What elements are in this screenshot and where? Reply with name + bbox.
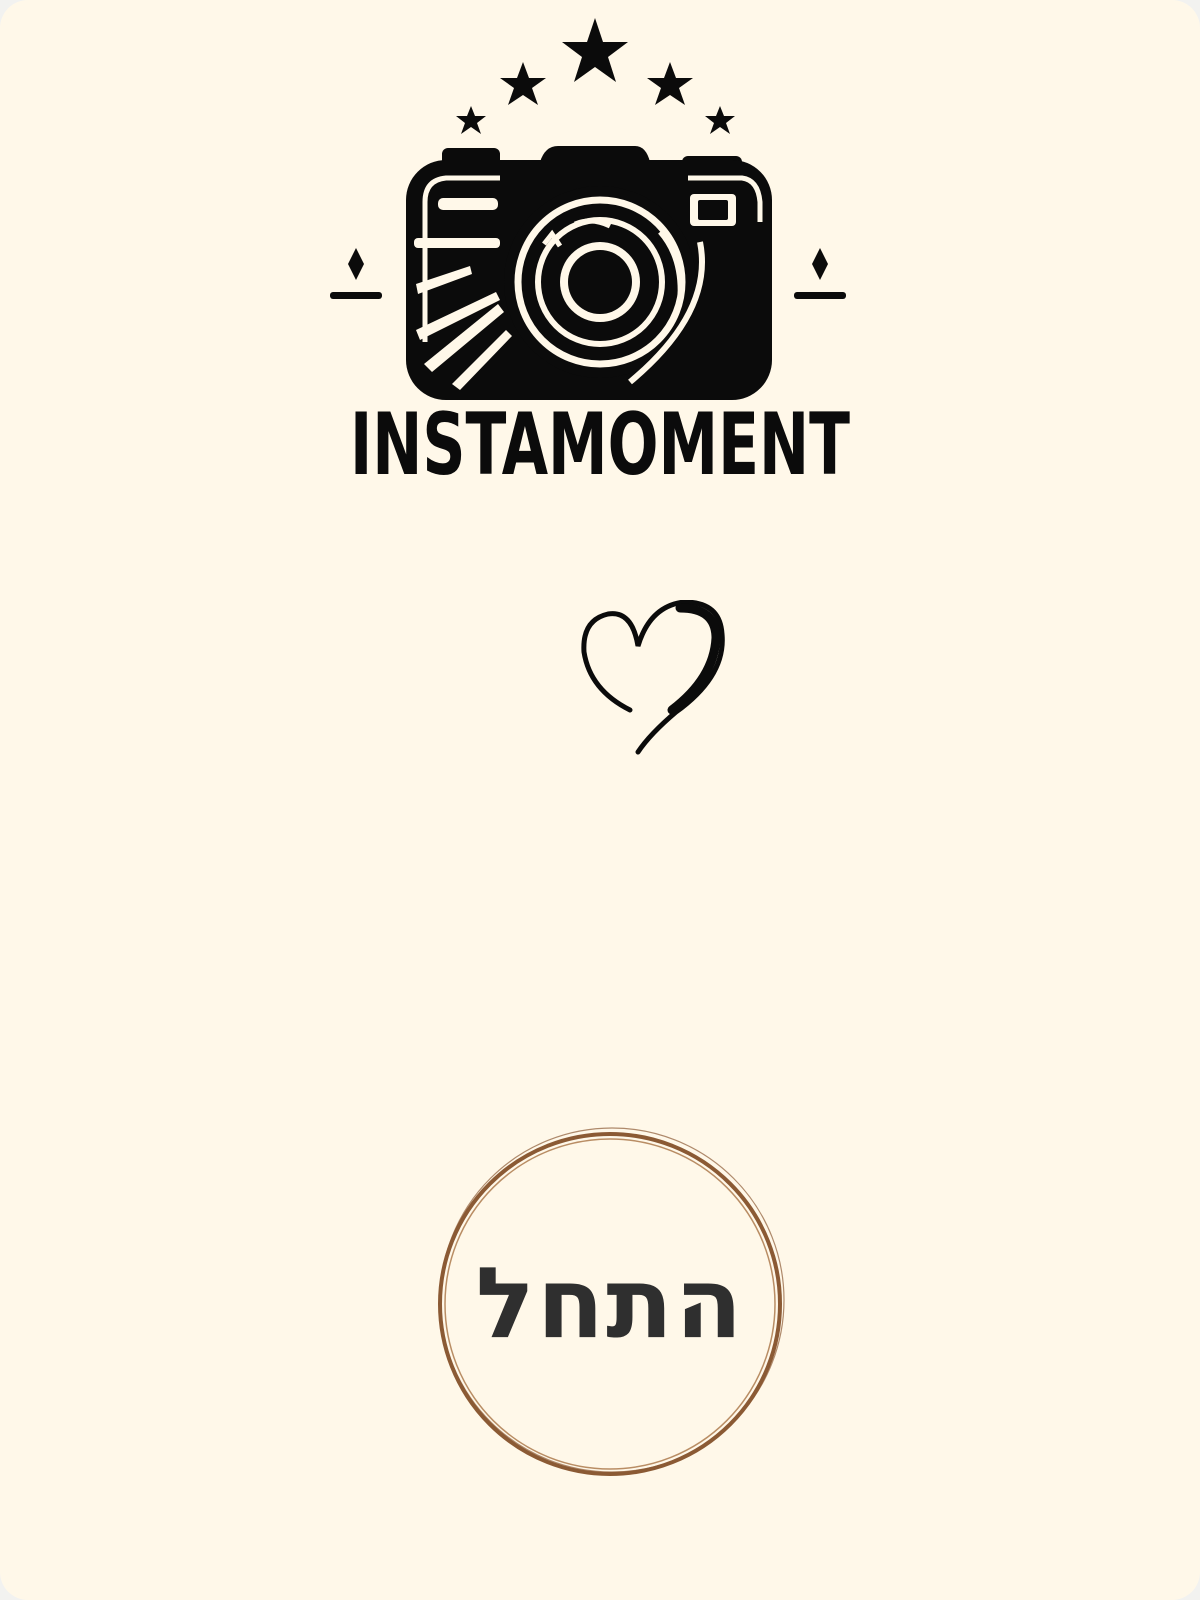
app-screen: INSTAMOMENT התחל [0, 0, 1200, 1600]
start-button[interactable]: התחל [430, 1124, 790, 1484]
stars-icon [456, 18, 735, 134]
camera-icon [406, 146, 772, 400]
logo-wordmark: INSTAMOMENT [350, 395, 850, 492]
instamoment-logo: INSTAMOMENT [330, 18, 850, 492]
start-button-label: התחל [475, 1247, 745, 1361]
heart-icon [581, 600, 725, 755]
